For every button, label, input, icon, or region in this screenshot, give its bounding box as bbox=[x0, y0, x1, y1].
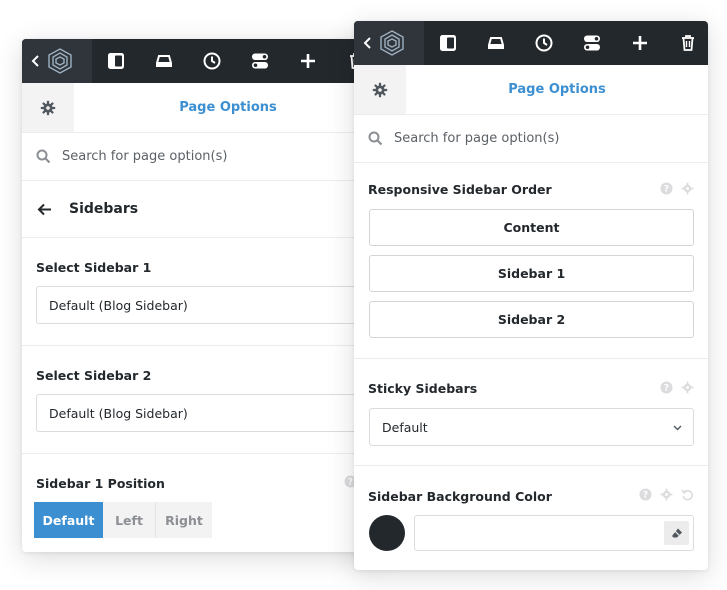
settings-tab[interactable] bbox=[354, 65, 406, 114]
delete-button[interactable] bbox=[664, 21, 708, 65]
select-sidebar-2-value: Default (Blog Sidebar) bbox=[49, 405, 188, 421]
eraser-icon bbox=[671, 528, 682, 538]
add-button[interactable] bbox=[616, 21, 664, 65]
select-sidebar-2-label: Select Sidebar 2 bbox=[36, 368, 152, 383]
select-sidebar-2-section: Select Sidebar 2 ? Default (Blog Sidebar… bbox=[22, 346, 382, 454]
arrow-left-icon[interactable] bbox=[36, 201, 53, 218]
history-clock-icon bbox=[535, 34, 553, 52]
header-layout-icon bbox=[156, 55, 172, 67]
history-clock-icon bbox=[203, 52, 221, 70]
avada-logo-icon bbox=[48, 48, 72, 74]
responsive-sidebar-order-section: Responsive Sidebar Order ? Content Sideb… bbox=[354, 163, 708, 359]
toolbar bbox=[22, 39, 382, 83]
sidebar-1-position-label: Sidebar 1 Position bbox=[36, 476, 165, 491]
add-button[interactable] bbox=[284, 39, 332, 83]
sidebar-layout-button[interactable] bbox=[424, 21, 472, 65]
history-button[interactable] bbox=[188, 39, 236, 83]
sidebar-background-color-label: Sidebar Background Color bbox=[368, 489, 552, 504]
sidebar-background-color-section: Sidebar Background Color ? bbox=[354, 466, 708, 570]
gear-icon bbox=[372, 82, 388, 97]
chevron-down-icon bbox=[673, 425, 682, 430]
page-options-panel-front: Page Options Responsive Sidebar Order ? … bbox=[354, 21, 708, 570]
sticky-sidebars-section: Sticky Sidebars ? Default bbox=[354, 359, 708, 466]
color-picker-row bbox=[369, 515, 694, 551]
sidebar-layout-button[interactable] bbox=[92, 39, 140, 83]
header-layout-button[interactable] bbox=[472, 21, 520, 65]
svg-text:?: ? bbox=[348, 478, 353, 488]
search-input[interactable] bbox=[62, 149, 322, 164]
chevron-left-icon[interactable] bbox=[361, 34, 375, 52]
sidebar-1-position-section: Sidebar 1 Position ? Default Left Right bbox=[22, 454, 382, 552]
search-icon bbox=[36, 149, 51, 164]
svg-text:?: ? bbox=[664, 185, 669, 195]
toggle-options-button[interactable] bbox=[236, 39, 284, 83]
section-icons: ? bbox=[652, 381, 694, 394]
panel-header: Page Options bbox=[22, 83, 382, 133]
clear-color-button[interactable] bbox=[664, 521, 689, 545]
breadcrumb-label: Sidebars bbox=[69, 201, 139, 217]
search-input[interactable] bbox=[394, 131, 654, 146]
page-options-title[interactable]: Page Options bbox=[74, 83, 382, 132]
position-option-left[interactable]: Left bbox=[103, 502, 156, 538]
sidebar-layout-icon bbox=[440, 35, 456, 51]
section-icons: ? bbox=[631, 488, 694, 501]
sortable-item-sidebar-1[interactable]: Sidebar 1 bbox=[369, 255, 694, 292]
trash-icon bbox=[682, 35, 694, 51]
sortable-item-sidebar-2[interactable]: Sidebar 2 bbox=[369, 301, 694, 338]
gear-icon[interactable] bbox=[660, 488, 673, 501]
help-icon[interactable]: ? bbox=[660, 381, 673, 394]
breadcrumb: Sidebars bbox=[22, 181, 382, 238]
toggle-options-icon bbox=[584, 35, 600, 51]
settings-tab[interactable] bbox=[22, 83, 74, 132]
responsive-sidebar-order-label: Responsive Sidebar Order bbox=[368, 182, 552, 197]
plus-icon bbox=[633, 36, 647, 50]
chevron-left-icon[interactable] bbox=[29, 52, 43, 70]
search-bar bbox=[22, 133, 382, 181]
select-sidebar-2-dropdown[interactable]: Default (Blog Sidebar) bbox=[36, 394, 382, 432]
select-sidebar-1-value: Default (Blog Sidebar) bbox=[49, 297, 188, 313]
page-options-title[interactable]: Page Options bbox=[406, 65, 708, 114]
help-icon[interactable]: ? bbox=[639, 488, 652, 501]
svg-text:?: ? bbox=[643, 491, 648, 501]
history-button[interactable] bbox=[520, 21, 568, 65]
position-option-right[interactable]: Right bbox=[156, 502, 212, 538]
avada-logo-icon bbox=[380, 30, 404, 56]
gear-icon[interactable] bbox=[681, 182, 694, 195]
search-bar bbox=[354, 115, 708, 163]
color-value-field[interactable] bbox=[414, 515, 694, 551]
select-sidebar-1-section: Select Sidebar 1 ? Default (Blog Sidebar… bbox=[22, 238, 382, 346]
page-options-panel-back: Page Options Sidebars Select Sidebar 1 ?… bbox=[22, 39, 382, 552]
sidebar-order-list: Content Sidebar 1 Sidebar 2 bbox=[369, 209, 694, 347]
toggle-options-icon bbox=[252, 53, 268, 69]
reset-icon[interactable] bbox=[681, 488, 694, 501]
toolbar bbox=[354, 21, 708, 65]
color-swatch[interactable] bbox=[369, 515, 405, 551]
select-sidebar-1-label: Select Sidebar 1 bbox=[36, 260, 152, 275]
sticky-sidebars-label: Sticky Sidebars bbox=[368, 381, 478, 396]
gear-icon bbox=[40, 100, 56, 115]
sticky-sidebars-value: Default bbox=[382, 419, 428, 435]
panel-header: Page Options bbox=[354, 65, 708, 115]
plus-icon bbox=[301, 54, 315, 68]
sticky-sidebars-dropdown[interactable]: Default bbox=[369, 408, 694, 446]
sidebar-1-position-buttons: Default Left Right bbox=[34, 502, 212, 538]
header-layout-button[interactable] bbox=[140, 39, 188, 83]
svg-text:?: ? bbox=[664, 384, 669, 394]
sidebar-layout-icon bbox=[108, 53, 124, 69]
help-icon[interactable]: ? bbox=[660, 182, 673, 195]
position-option-default[interactable]: Default bbox=[34, 502, 103, 538]
logo-area bbox=[354, 21, 424, 65]
section-icons: ? bbox=[652, 182, 694, 195]
header-layout-icon bbox=[488, 37, 504, 49]
select-sidebar-1-dropdown[interactable]: Default (Blog Sidebar) bbox=[36, 286, 382, 324]
sortable-item-content[interactable]: Content bbox=[369, 209, 694, 246]
logo-area bbox=[22, 39, 92, 83]
toggle-options-button[interactable] bbox=[568, 21, 616, 65]
gear-icon[interactable] bbox=[681, 381, 694, 394]
search-icon bbox=[368, 131, 383, 146]
